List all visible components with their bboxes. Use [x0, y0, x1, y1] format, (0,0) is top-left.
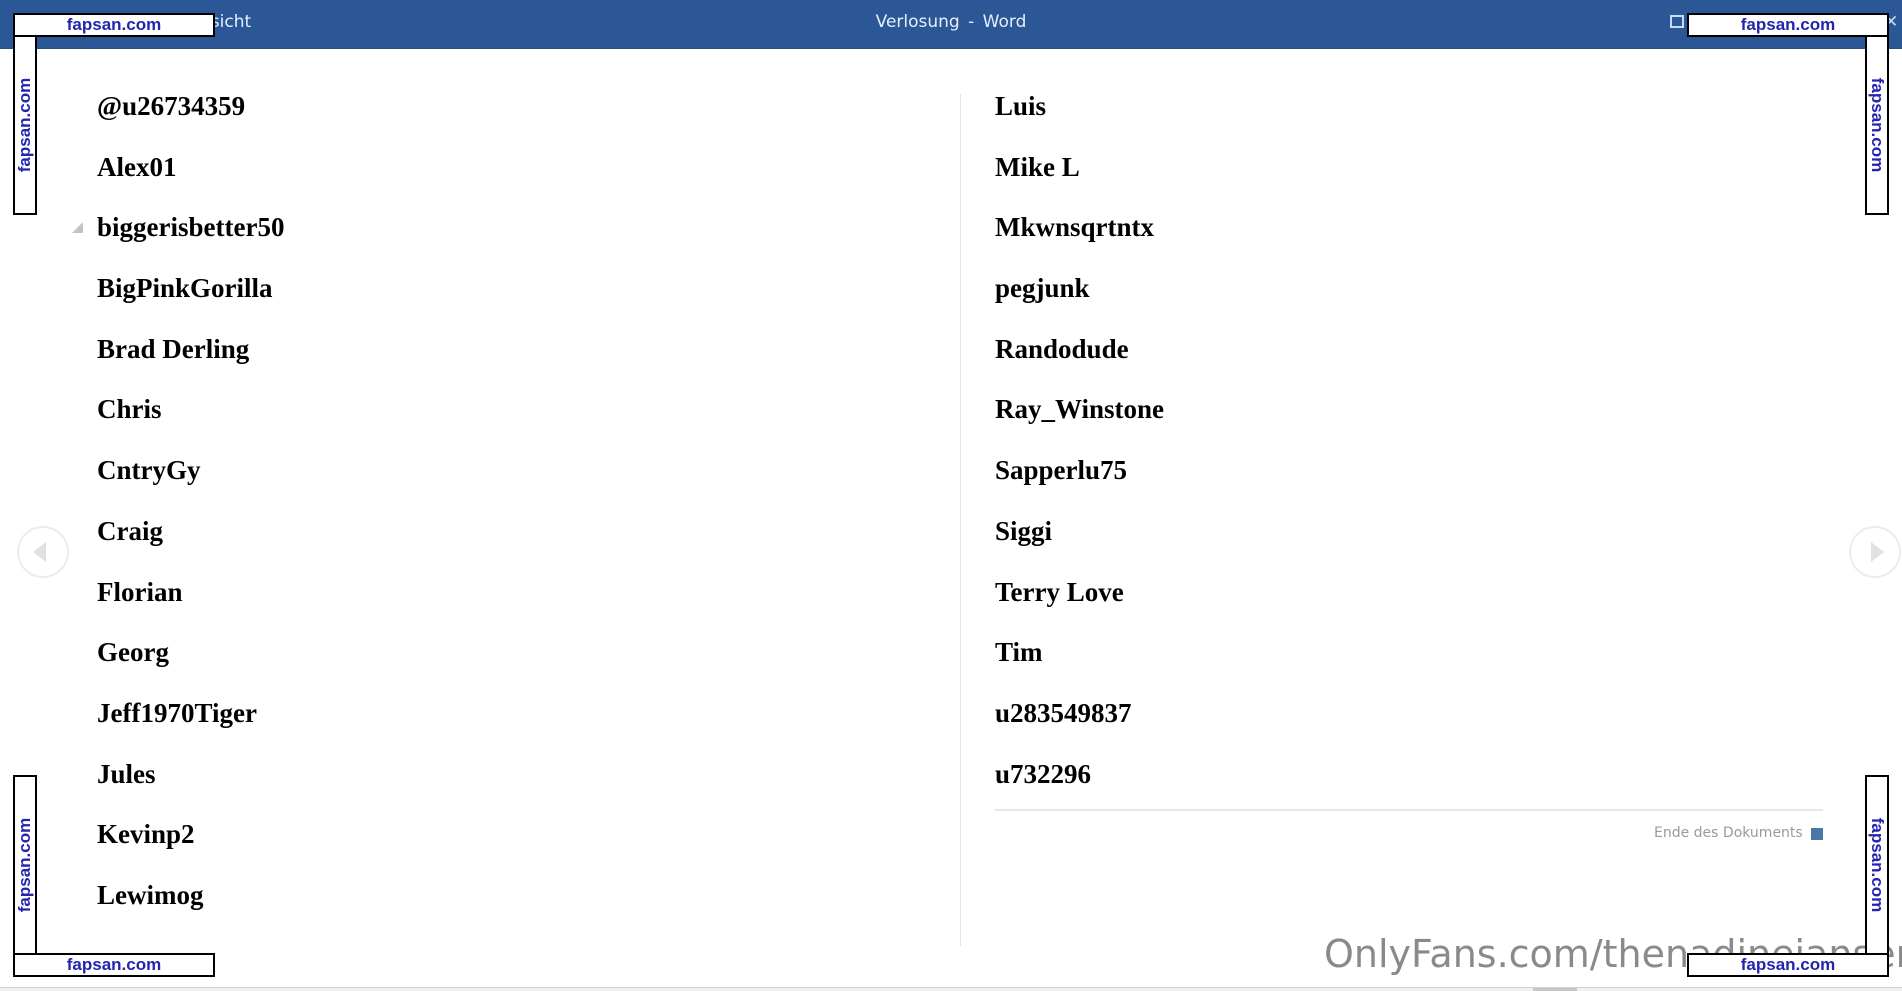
- list-item: Randodude: [995, 333, 1129, 364]
- watermark-bottom-right-horizontal: fapsan.com: [1687, 953, 1889, 977]
- list-item: Sapperlu75: [995, 455, 1128, 486]
- watermark-text: fapsan.com: [1740, 955, 1836, 974]
- end-of-document-marker-icon: [1811, 828, 1823, 840]
- list-item: Mike L: [995, 151, 1080, 182]
- title-bar: nsicht Verlosung - Word ✕: [0, 0, 1902, 49]
- watermark-text: fapsan.com: [1868, 77, 1887, 173]
- watermark-bottom-right-vertical: fapsan.com: [1865, 775, 1889, 955]
- watermark-bottom-left-vertical: fapsan.com: [13, 775, 37, 955]
- list-item: Jeff1970Tiger: [97, 697, 257, 728]
- list-item: Luis: [995, 91, 1047, 121]
- next-page-button[interactable]: [1849, 526, 1901, 578]
- list-item: pegjunk: [995, 273, 1090, 304]
- document-reading-view: @u26734359 Alex01 biggerisbetter50 BigPi…: [0, 49, 1902, 987]
- list-item: Brad Derling: [97, 333, 250, 364]
- watermark-top-right-horizontal: fapsan.com: [1687, 13, 1889, 37]
- watermark-text: fapsan.com: [1868, 817, 1887, 913]
- watermark-top-left-horizontal: fapsan.com: [13, 13, 215, 37]
- list-item: Siggi: [995, 515, 1053, 546]
- list-item: u283549837: [995, 697, 1132, 728]
- list-item: Jules: [97, 758, 156, 789]
- window-title: Verlosung - Word: [875, 12, 1027, 32]
- left-column: @u26734359 Alex01 biggerisbetter50 BigPi…: [72, 91, 285, 941]
- list-item: biggerisbetter50: [72, 212, 285, 273]
- list-item: Ray_Winstone: [995, 394, 1165, 425]
- watermark-bottom-left-horizontal: fapsan.com: [13, 953, 215, 977]
- next-page-icon: [1871, 542, 1884, 562]
- column-divider: [960, 94, 961, 946]
- right-column: Luis Mike L Mkwnsqrtntx pegjunk Randodud…: [995, 91, 1164, 819]
- collapse-heading-icon[interactable]: [72, 222, 83, 234]
- horizontal-scrollbar[interactable]: [0, 987, 1902, 991]
- watermark-text: fapsan.com: [66, 15, 162, 34]
- list-item: Chris: [97, 394, 162, 425]
- watermark-top-left-vertical: fapsan.com: [13, 35, 37, 215]
- list-item: Lewimog: [97, 879, 204, 910]
- list-item: Georg: [97, 637, 169, 668]
- list-item: Alex01: [97, 151, 177, 182]
- watermark-top-right-vertical: fapsan.com: [1865, 35, 1889, 215]
- end-of-document-rule: [995, 809, 1823, 811]
- list-item: Mkwnsqrtntx: [995, 212, 1155, 243]
- list-item: Craig: [97, 515, 163, 546]
- list-item: BigPinkGorilla: [97, 273, 273, 304]
- list-item: CntryGy: [97, 455, 201, 486]
- previous-page-icon: [33, 542, 46, 562]
- list-item: Florian: [97, 576, 183, 607]
- watermark-text: fapsan.com: [1740, 15, 1836, 34]
- previous-page-button[interactable]: [17, 526, 69, 578]
- fullscreen-icon[interactable]: [1670, 15, 1684, 28]
- watermark-text: fapsan.com: [15, 77, 34, 173]
- watermark-text: fapsan.com: [66, 955, 162, 974]
- watermark-text: fapsan.com: [15, 817, 34, 913]
- list-item: Tim: [995, 637, 1043, 668]
- list-item: @u26734359: [97, 91, 246, 121]
- list-item: Terry Love: [995, 576, 1124, 607]
- list-item: Kevinp2: [97, 819, 195, 850]
- end-of-document-label: Ende des Dokuments: [1654, 825, 1803, 841]
- list-item-text: biggerisbetter50: [97, 212, 285, 243]
